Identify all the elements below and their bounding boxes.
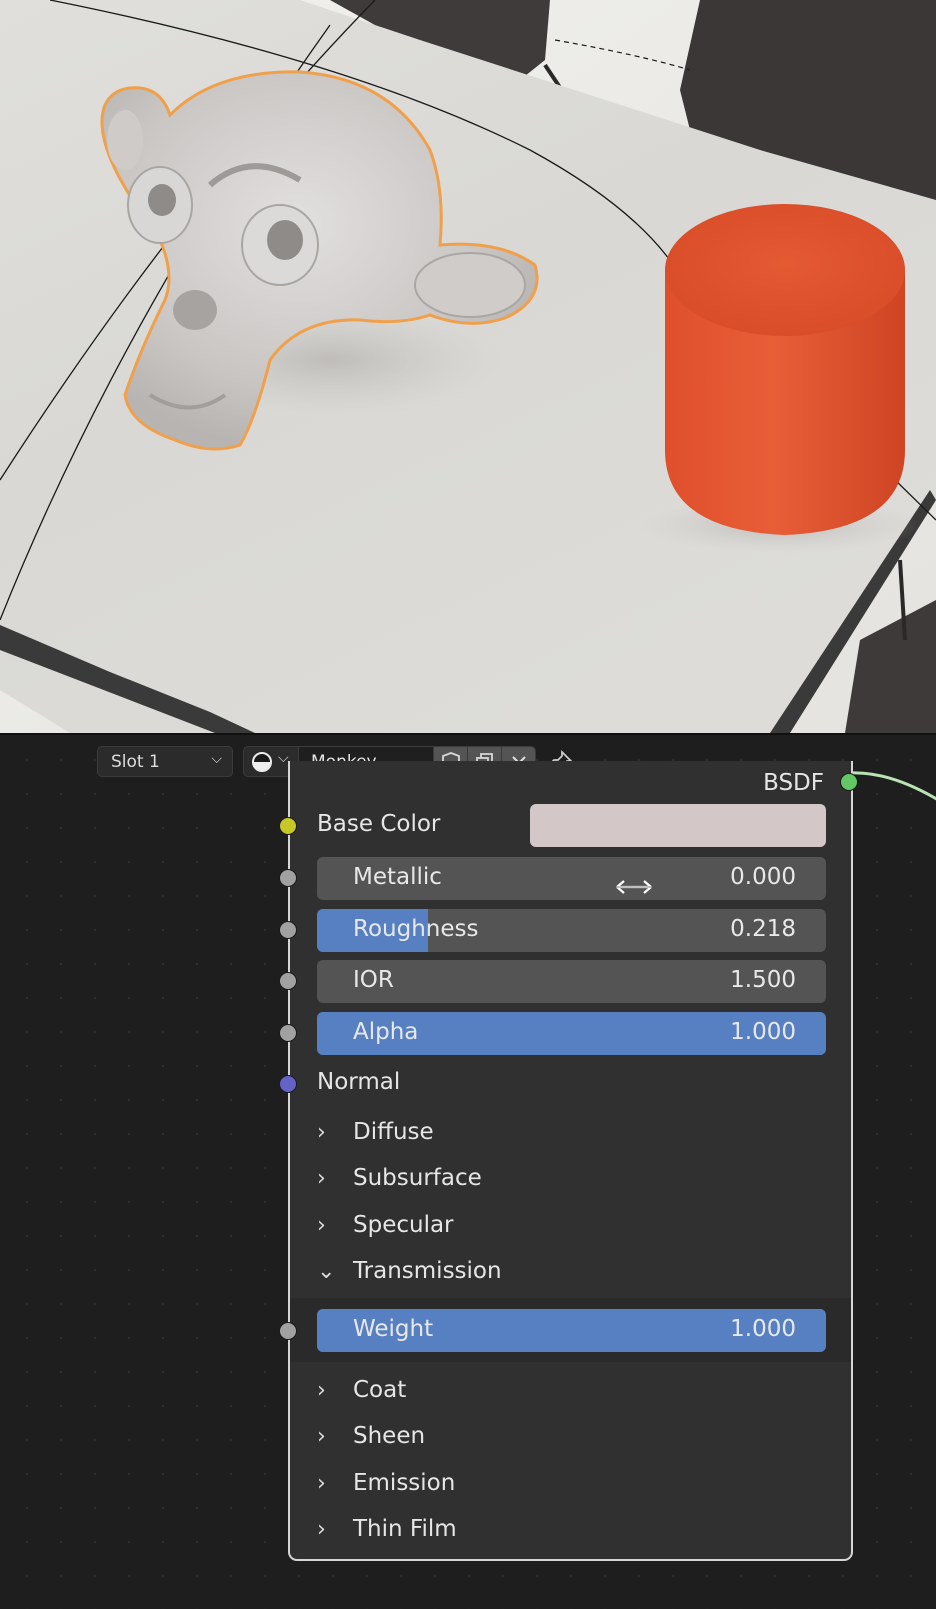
panel-specular-label: Specular xyxy=(353,1212,454,1238)
chevron-right-icon: › xyxy=(317,1213,326,1238)
panel-sheen-label: Sheen xyxy=(353,1423,426,1449)
panel-subsurface-label: Subsurface xyxy=(353,1165,482,1191)
chevron-right-icon: › xyxy=(317,1120,326,1145)
chevron-down-icon: ⌄ xyxy=(317,1259,336,1284)
panel-transmission[interactable]: ⌄ Transmission xyxy=(317,1258,502,1298)
panel-emission[interactable]: › Emission xyxy=(317,1470,455,1510)
cylinder-object xyxy=(665,204,905,535)
panel-emission-label: Emission xyxy=(353,1470,456,1496)
material-slot-label: Slot 1 xyxy=(111,752,160,772)
roughness-socket[interactable] xyxy=(279,921,297,939)
ior-slider[interactable]: IOR 1.500 xyxy=(317,960,826,1003)
transmission-weight-socket[interactable] xyxy=(279,1322,297,1340)
panel-thin-film-label: Thin Film xyxy=(353,1516,457,1542)
resize-horizontal-cursor-icon xyxy=(616,880,652,894)
chevron-right-icon: › xyxy=(317,1424,326,1449)
material-ball-icon xyxy=(252,752,272,772)
metallic-label: Metallic xyxy=(353,864,442,890)
bsdf-output-label: BSDF xyxy=(763,770,824,796)
ior-socket[interactable] xyxy=(279,972,297,990)
base-color-swatch[interactable] xyxy=(530,804,826,847)
bsdf-output-socket[interactable] xyxy=(840,773,858,791)
roughness-value: 0.218 xyxy=(730,916,796,942)
chevron-right-icon: › xyxy=(317,1378,326,1403)
metallic-value: 0.000 xyxy=(730,864,796,890)
panel-diffuse[interactable]: › Diffuse xyxy=(317,1119,434,1159)
panel-thin-film[interactable]: › Thin Film xyxy=(317,1516,457,1556)
alpha-socket[interactable] xyxy=(279,1024,297,1042)
panel-subsurface[interactable]: › Subsurface xyxy=(317,1165,482,1205)
3d-viewport[interactable] xyxy=(0,0,936,733)
alpha-label: Alpha xyxy=(353,1019,419,1045)
base-color-label: Base Color xyxy=(317,811,441,837)
ior-label: IOR xyxy=(353,967,394,993)
shader-node-editor[interactable]: Slot 1 ⌵ ⌵ Monkey xyxy=(0,733,936,1609)
normal-label: Normal xyxy=(317,1069,401,1095)
ior-value: 1.500 xyxy=(730,967,796,993)
weight-value: 1.000 xyxy=(730,1316,796,1342)
panel-coat-label: Coat xyxy=(353,1377,407,1403)
bsdf-output-link xyxy=(850,771,936,801)
roughness-label: Roughness xyxy=(353,916,479,942)
normal-socket[interactable] xyxy=(279,1075,297,1093)
base-color-socket[interactable] xyxy=(279,817,297,835)
panel-sheen[interactable]: › Sheen xyxy=(317,1423,425,1463)
chevron-right-icon: › xyxy=(317,1166,326,1191)
panel-coat[interactable]: › Coat xyxy=(317,1377,406,1417)
principled-bsdf-node[interactable]: BSDF Base Color Metallic 0.000 Roughness… xyxy=(279,761,858,1561)
chevron-right-icon: › xyxy=(317,1471,326,1496)
panel-transmission-label: Transmission xyxy=(353,1258,502,1284)
alpha-slider[interactable]: Alpha 1.000 xyxy=(317,1012,826,1055)
chevron-right-icon: › xyxy=(317,1517,326,1542)
alpha-value: 1.000 xyxy=(730,1019,796,1045)
chevron-down-icon: ⌵ xyxy=(211,751,222,767)
metallic-slider[interactable]: Metallic 0.000 xyxy=(317,857,826,900)
metallic-socket[interactable] xyxy=(279,869,297,887)
panel-diffuse-label: Diffuse xyxy=(353,1119,434,1145)
weight-label: Weight xyxy=(353,1316,434,1342)
roughness-slider[interactable]: Roughness 0.218 xyxy=(317,909,826,952)
transmission-weight-slider[interactable]: Weight 1.000 xyxy=(317,1309,826,1352)
panel-specular[interactable]: › Specular xyxy=(317,1212,454,1252)
material-slot-select[interactable]: Slot 1 ⌵ xyxy=(97,746,233,777)
viewport-render xyxy=(0,0,936,733)
